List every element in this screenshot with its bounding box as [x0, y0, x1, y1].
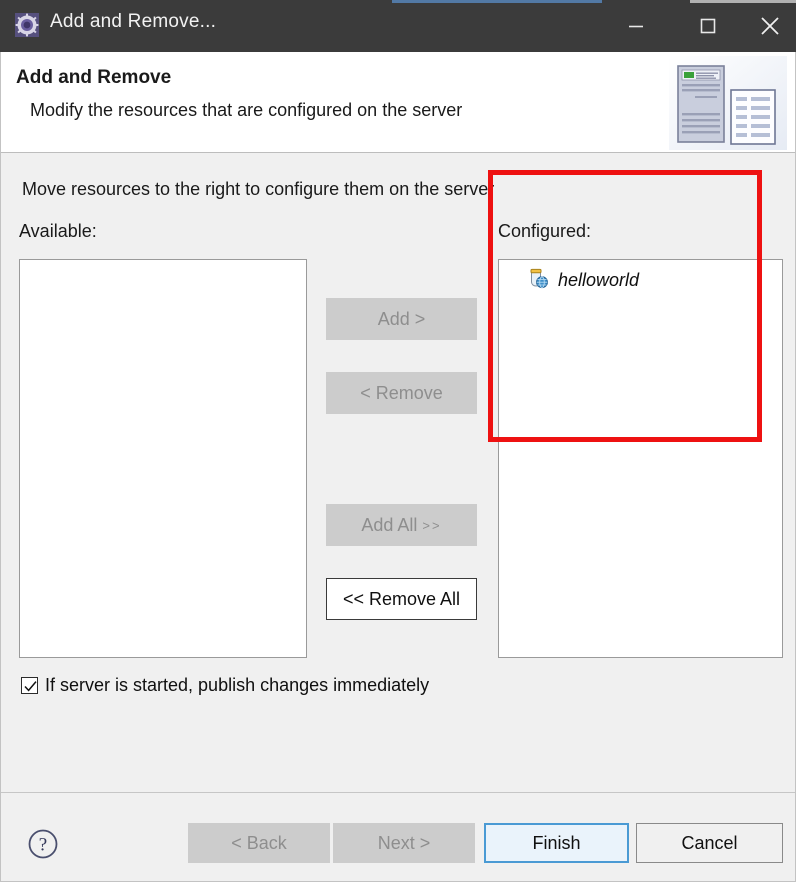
add-button[interactable]: Add >	[326, 298, 477, 340]
window-border-left	[0, 52, 1, 882]
available-list[interactable]	[19, 259, 307, 658]
title-bar[interactable]: Add and Remove...	[0, 0, 796, 52]
next-button[interactable]: Next >	[333, 823, 475, 863]
publish-immediately-label: If server is started, publish changes im…	[45, 675, 430, 695]
page-title: Add and Remove	[16, 67, 172, 88]
minimize-icon[interactable]	[608, 0, 664, 52]
window-title: Add and Remove...	[50, 11, 217, 32]
remove-button[interactable]: < Remove	[326, 372, 477, 414]
finish-button[interactable]: Finish	[484, 823, 629, 863]
titlebar-accent-strip	[392, 0, 602, 3]
cancel-button-label: Cancel	[681, 832, 738, 853]
list-item[interactable]: helloworld	[527, 266, 639, 294]
add-button-label: Add >	[377, 308, 426, 329]
eclipse-wizard-icon	[14, 12, 40, 38]
server-and-document-icon	[669, 56, 787, 150]
remove-button-label: < Remove	[360, 382, 443, 403]
help-icon[interactable]: ?	[27, 828, 59, 865]
page-description: Modify the resources that are configured…	[30, 100, 463, 120]
svg-text:?: ?	[39, 835, 47, 856]
maximize-icon[interactable]	[680, 0, 736, 52]
add-all-button[interactable]: Add All >>	[326, 504, 477, 546]
wizard-header: Add and Remove Modify the resources that…	[1, 52, 795, 153]
cancel-button[interactable]: Cancel	[636, 823, 783, 863]
web-module-icon	[527, 267, 549, 294]
available-label: Available:	[19, 221, 97, 241]
back-button[interactable]: < Back	[188, 823, 330, 863]
checkmark-icon	[24, 681, 37, 692]
next-button-label: Next >	[377, 832, 431, 853]
add-all-chevrons: >>	[422, 517, 442, 533]
add-all-button-label: Add All	[361, 514, 418, 535]
remove-all-button-label: << Remove All	[342, 588, 461, 609]
back-button-label: < Back	[231, 832, 287, 853]
list-item-label: helloworld	[558, 269, 640, 290]
add-and-remove-dialog: Add and Remove... Add and Remove Modify …	[0, 0, 796, 882]
dialog-content: Move resources to the right to configure…	[1, 154, 795, 793]
configured-list[interactable]: helloworld	[498, 259, 783, 658]
finish-button-label: Finish	[532, 832, 581, 853]
instruction-text: Move resources to the right to configure…	[22, 179, 495, 199]
publish-immediately-row[interactable]: If server is started, publish changes im…	[21, 675, 429, 696]
remove-all-button[interactable]: << Remove All	[326, 578, 477, 620]
configured-label: Configured:	[498, 221, 592, 241]
publish-immediately-checkbox[interactable]	[21, 677, 38, 694]
close-icon[interactable]	[744, 0, 796, 52]
